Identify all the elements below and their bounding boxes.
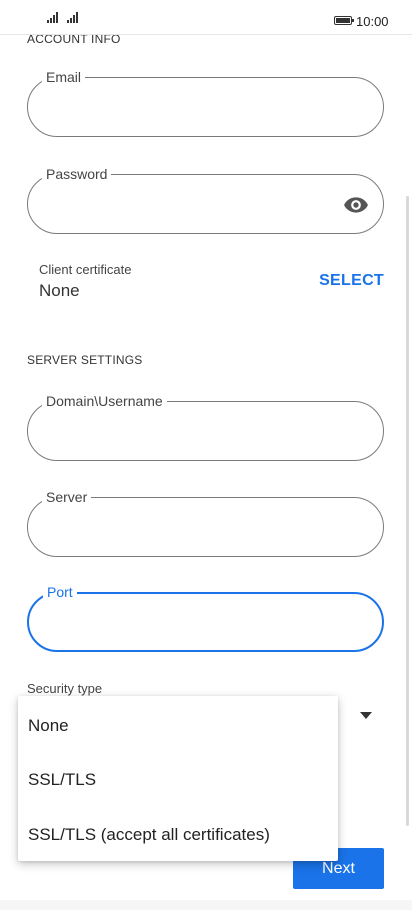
dropdown-arrow-icon[interactable] bbox=[360, 712, 372, 719]
server-field[interactable]: Server bbox=[27, 488, 384, 557]
menu-item-ssl-tls[interactable]: SSL/TLS bbox=[28, 770, 328, 790]
section-title-server-settings: SERVER SETTINGS bbox=[27, 353, 143, 367]
security-type-label: Security type bbox=[27, 681, 103, 696]
signal-icon bbox=[67, 11, 78, 23]
password-label: Password bbox=[42, 165, 112, 183]
signal-icon bbox=[47, 11, 58, 23]
select-certificate-button[interactable]: SELECT bbox=[319, 272, 384, 290]
domain-username-field[interactable]: Domain\Username bbox=[27, 392, 384, 461]
menu-item-ssl-tls-accept-all[interactable]: SSL/TLS (accept all certificates) bbox=[28, 825, 328, 845]
domain-username-label: Domain\Username bbox=[42, 392, 167, 410]
email-input[interactable] bbox=[46, 94, 350, 122]
scrollbar[interactable] bbox=[406, 196, 409, 826]
client-certificate-value: None bbox=[39, 281, 80, 300]
battery-icon bbox=[334, 16, 354, 25]
port-label: Port bbox=[43, 583, 77, 601]
security-type-menu: None SSL/TLS SSL/TLS (accept all certifi… bbox=[18, 696, 338, 861]
password-field[interactable]: Password bbox=[27, 165, 384, 234]
bottom-shadow bbox=[0, 900, 412, 910]
status-time: 10:00 bbox=[356, 14, 389, 29]
status-bar: 10:00 bbox=[0, 0, 412, 35]
domain-username-input[interactable] bbox=[46, 418, 350, 446]
port-field[interactable]: Port bbox=[27, 583, 384, 652]
server-input[interactable] bbox=[46, 514, 350, 542]
menu-item-none[interactable]: None bbox=[28, 716, 328, 736]
password-input[interactable] bbox=[46, 191, 320, 219]
email-field[interactable]: Email bbox=[27, 68, 384, 137]
client-certificate-label: Client certificate bbox=[39, 262, 132, 277]
email-label: Email bbox=[42, 68, 86, 86]
eye-icon[interactable] bbox=[343, 192, 369, 218]
port-input[interactable] bbox=[47, 610, 351, 638]
server-label: Server bbox=[42, 488, 92, 506]
